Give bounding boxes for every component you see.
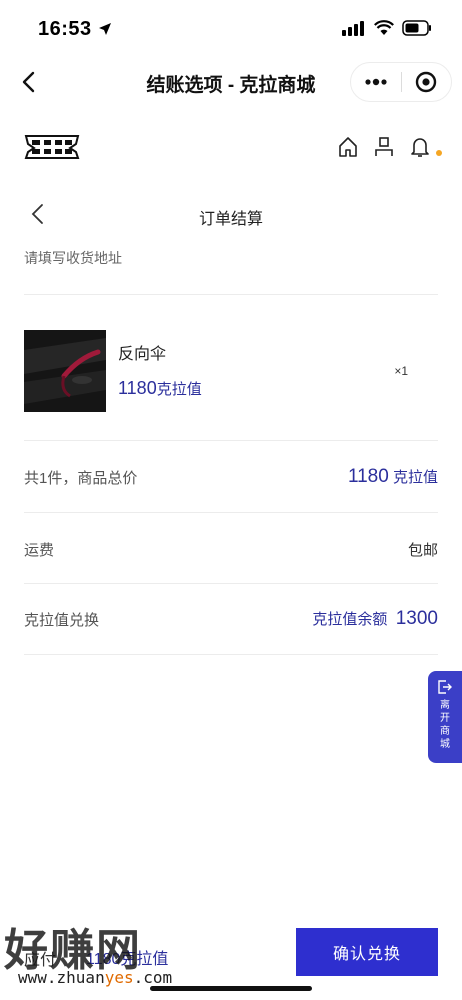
home-icon [338, 137, 357, 157]
divider [24, 512, 438, 513]
address-field[interactable]: 请填写收货地址 [24, 248, 122, 268]
total-row: 共1件，商品总价 1180 克拉值 [24, 462, 438, 492]
divider [24, 440, 438, 441]
notification-dot [436, 150, 442, 156]
pay-amount: 1180克拉值 [86, 951, 169, 968]
status-icons [342, 20, 432, 36]
user-button[interactable] [374, 136, 394, 163]
leave-mall-tab[interactable]: 离开商城 [428, 671, 462, 763]
more-dots-icon [365, 78, 387, 86]
balance-value: 克拉值余额 1300 [312, 608, 438, 629]
total-label: 共1件，商品总价 [24, 469, 138, 487]
shipping-label: 运费 [24, 541, 55, 559]
status-bar: 16:53 [0, 0, 462, 60]
shipping-row: 运费 包邮 [24, 534, 438, 564]
product-image [24, 330, 106, 412]
exchange-label: 克拉值兑换 [24, 611, 100, 629]
capsule-menu [350, 62, 452, 102]
bell-icon [410, 138, 429, 157]
product-price: 1180克拉值 [118, 378, 202, 398]
home-button[interactable] [338, 136, 358, 163]
cadillac-logo [24, 134, 80, 165]
wifi-icon [374, 20, 394, 35]
header-icons [338, 136, 442, 163]
leave-mall-label: 离开商城 [440, 700, 450, 750]
total-value: 1180 克拉值 [347, 466, 438, 487]
exchange-row: 克拉值兑换 克拉值余额 1300 [24, 604, 438, 634]
status-time: 16:53 [38, 18, 112, 41]
brand-header [0, 128, 462, 168]
shipping-value: 包邮 [407, 541, 438, 559]
divider [24, 294, 438, 295]
exit-icon [438, 680, 452, 694]
product-item: 反向伞 1180克拉值 ×1 [24, 330, 438, 412]
divider [24, 583, 438, 584]
nav-bar: 结账选项 - 克拉商城 [0, 60, 462, 106]
confirm-exchange-button[interactable]: 确认兑换 [296, 928, 438, 976]
pay-label: 应付 [24, 952, 57, 969]
location-arrow-icon [98, 23, 111, 35]
cellular-signal-icon [342, 21, 364, 36]
user-icon [374, 137, 393, 156]
page-header: 订单结算 [0, 196, 462, 234]
notification-button[interactable] [410, 136, 442, 163]
battery-icon [402, 20, 431, 36]
product-quantity: ×1 [394, 364, 408, 378]
page-title: 订单结算 [198, 211, 263, 228]
divider [24, 654, 438, 655]
target-circle-icon [416, 71, 437, 93]
product-name: 反向伞 [118, 346, 167, 363]
more-button[interactable] [351, 63, 401, 101]
home-indicator [150, 986, 312, 991]
close-miniprogram-button[interactable] [402, 63, 452, 101]
